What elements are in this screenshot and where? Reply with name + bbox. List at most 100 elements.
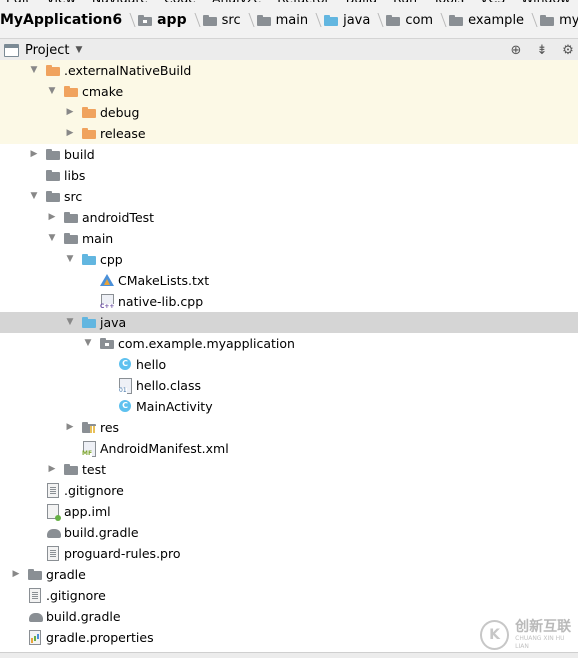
tree-item-label: androidTest xyxy=(82,210,155,225)
tree-item-label: build xyxy=(64,147,95,162)
project-view-title[interactable]: Project xyxy=(25,43,69,58)
expand-arrow-icon[interactable]: ▼ xyxy=(64,249,76,270)
tree-item-label: .gitignore xyxy=(64,483,124,498)
tree-item-label: java xyxy=(100,315,127,330)
tree-item[interactable]: ▶ test xyxy=(0,459,578,480)
tree-item[interactable]: ▼ .externalNativeBuild xyxy=(0,60,578,81)
folder-icon xyxy=(449,14,464,26)
tree-item[interactable]: Chello xyxy=(0,354,578,375)
breadcrumb-separator xyxy=(245,2,253,38)
breadcrumb-label: myapplication xyxy=(559,12,578,28)
tree-item[interactable]: ▶ debug xyxy=(0,102,578,123)
breadcrumb-separator xyxy=(437,2,445,38)
collapse-all-icon[interactable]: ⇟ xyxy=(532,40,552,60)
class-icon: C xyxy=(119,400,131,412)
folder-icon xyxy=(46,170,60,181)
tree-item[interactable]: ▼ cmake xyxy=(0,81,578,102)
tree-item[interactable]: ▶ res xyxy=(0,417,578,438)
expand-arrow-icon[interactable]: ▼ xyxy=(82,333,94,354)
collapse-arrow-icon[interactable]: ▶ xyxy=(28,144,40,165)
tree-item[interactable]: .gitignore xyxy=(0,480,578,501)
breadcrumb-label: main xyxy=(275,12,309,28)
tree-item-label: build.gradle xyxy=(46,609,121,624)
source-folder-icon xyxy=(82,317,96,328)
scroll-from-source-icon[interactable]: ⊕ xyxy=(506,40,526,60)
text-file-icon xyxy=(47,483,59,498)
tree-item[interactable]: app.iml xyxy=(0,501,578,522)
tree-item-label: test xyxy=(82,462,107,477)
gradle-icon xyxy=(47,529,61,538)
breadcrumb-separator xyxy=(312,2,320,38)
source-folder-icon xyxy=(82,254,96,265)
chevron-down-icon[interactable]: ▼ xyxy=(75,45,82,55)
tree-item[interactable]: 01 hello.class xyxy=(0,375,578,396)
breadcrumb-label: src xyxy=(221,12,241,28)
tree-item[interactable]: ▼ src xyxy=(0,186,578,207)
tree-item-label: main xyxy=(82,231,114,246)
tree-item[interactable]: proguard-rules.pro xyxy=(0,543,578,564)
breadcrumb-item[interactable]: java xyxy=(320,2,382,38)
tree-item[interactable]: ▼ main xyxy=(0,228,578,249)
breadcrumb-item[interactable]: myapplication xyxy=(536,2,578,38)
tree-item[interactable]: CMakeLists.txt xyxy=(0,270,578,291)
excluded-folder-icon xyxy=(46,65,60,76)
tree-item[interactable]: build.gradle xyxy=(0,522,578,543)
expand-arrow-icon[interactable]: ▼ xyxy=(46,81,58,102)
tree-item-label: hello.class xyxy=(136,378,201,393)
tree-item-label: res xyxy=(100,420,120,435)
toolbar-actions: ⊕ ⇟ ⚙ xyxy=(500,39,578,61)
tree-item[interactable]: ▼ cpp xyxy=(0,249,578,270)
tree-item-label: src xyxy=(64,189,83,204)
breadcrumb-item[interactable]: app xyxy=(134,2,199,38)
cmake-icon xyxy=(100,274,114,286)
breadcrumb-label: app xyxy=(157,12,187,28)
tree-item[interactable]: .gitignore xyxy=(0,585,578,606)
breadcrumb-item[interactable]: com xyxy=(382,2,445,38)
breadcrumb-item[interactable]: src xyxy=(199,2,253,38)
tree-item[interactable]: C++ native-lib.cpp xyxy=(0,291,578,312)
breadcrumb: MyApplication6 app src main java com example my… xyxy=(0,2,578,39)
tree-item[interactable]: ▶ release xyxy=(0,123,578,144)
breadcrumb-label: com xyxy=(405,12,434,28)
breadcrumb-item[interactable]: MyApplication6 xyxy=(0,2,134,38)
class-icon: C xyxy=(119,358,131,370)
collapse-arrow-icon[interactable]: ▶ xyxy=(64,417,76,438)
collapse-arrow-icon[interactable]: ▶ xyxy=(46,207,58,228)
tree-item-label: com.example.myapplication xyxy=(118,336,295,351)
tree-item[interactable]: ▼ com.example.myapplication xyxy=(0,333,578,354)
excluded-folder-icon xyxy=(82,107,96,118)
expand-arrow-icon[interactable]: ▼ xyxy=(28,186,40,207)
module-file-icon xyxy=(47,504,61,521)
expand-arrow-icon[interactable]: ▼ xyxy=(64,312,76,333)
source-folder-icon xyxy=(324,14,339,26)
collapse-arrow-icon[interactable]: ▶ xyxy=(46,459,58,480)
folder-icon xyxy=(64,212,78,223)
breadcrumb-item[interactable]: example xyxy=(445,2,536,38)
package-folder-icon xyxy=(138,14,153,26)
breadcrumb-label: java xyxy=(343,12,371,28)
tree-item[interactable]: ▶ androidTest xyxy=(0,207,578,228)
tree-item-label: .gitignore xyxy=(46,588,106,603)
tree-item-label: MainActivity xyxy=(136,399,213,414)
gear-icon[interactable]: ⚙ xyxy=(558,40,578,60)
folder-icon xyxy=(386,14,401,26)
watermark-subtext: CHUANG XIN HU LIAN xyxy=(515,635,565,650)
tree-item-label: AndroidManifest.xml xyxy=(100,441,229,456)
expand-arrow-icon[interactable]: ▼ xyxy=(46,228,58,249)
collapse-arrow-icon[interactable]: ▶ xyxy=(64,102,76,123)
tree-item[interactable]: ▶ build xyxy=(0,144,578,165)
tree-item[interactable]: MF AndroidManifest.xml xyxy=(0,438,578,459)
manifest-icon: MF xyxy=(82,441,96,457)
tree-item[interactable]: libs xyxy=(0,165,578,186)
folder-icon xyxy=(256,14,271,26)
tree-item[interactable]: C MainActivity xyxy=(0,396,578,417)
breadcrumb-item[interactable]: main xyxy=(253,2,320,38)
collapse-arrow-icon[interactable]: ▶ xyxy=(64,123,76,144)
tree-item-label: cpp xyxy=(100,252,123,267)
excluded-folder-icon xyxy=(64,86,78,97)
properties-file-icon xyxy=(29,630,41,645)
tree-item[interactable]: ▶ gradle xyxy=(0,564,578,585)
collapse-arrow-icon[interactable]: ▶ xyxy=(10,564,22,585)
tree-item[interactable]: ▼ java xyxy=(0,312,578,333)
expand-arrow-icon[interactable]: ▼ xyxy=(28,60,40,81)
